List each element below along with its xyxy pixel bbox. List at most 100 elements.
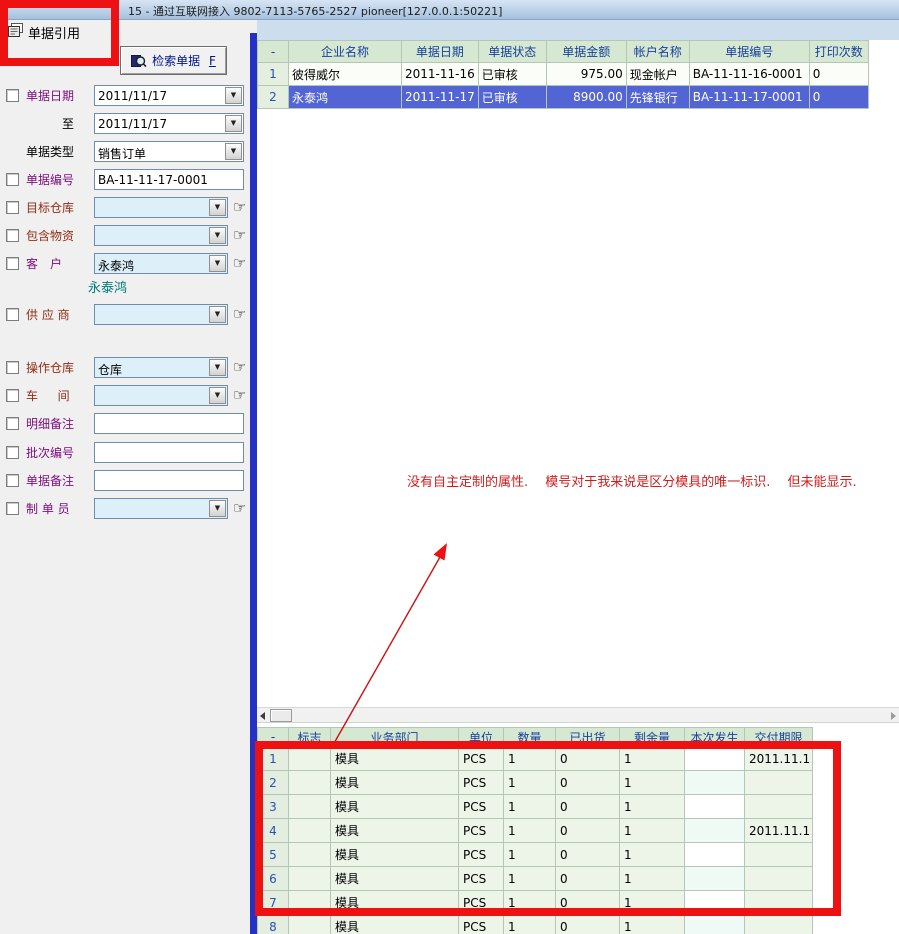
qty-cell[interactable]: 1 [504,915,556,934]
scroll-left-icon[interactable] [260,712,265,720]
row-index-cell[interactable]: 2 [258,86,289,109]
orders-header-cell: 单据状态 [478,41,546,63]
flag-cell[interactable] [289,915,331,934]
browse-hand-icon[interactable]: ☞ [233,358,246,376]
chevron-down-icon[interactable]: ▼ [209,359,226,376]
chevron-down-icon[interactable]: ▼ [225,87,242,104]
row-index-cell[interactable]: 1 [258,63,289,86]
doc-type-combo[interactable]: 销售订单 ▼ [94,141,244,162]
row-index-cell[interactable]: 8 [258,915,289,934]
filter-detail-note: 明细备注 [6,412,244,434]
print-count-cell[interactable]: 0 [809,86,868,109]
panel-top-strip [257,20,899,40]
clerk-label: 制 单 员 [26,500,94,517]
orders-header-cell: 帐户名称 [626,41,689,63]
doc-date-from-combo[interactable]: 2011/11/17 ▼ [94,85,244,106]
orders-table: - 企业名称 单据日期 单据状态 单据金额 帐户名称 单据编号 打印次数 1 彼… [257,40,869,109]
browse-hand-icon[interactable]: ☞ [233,226,246,244]
doc-no-checkbox[interactable] [6,173,19,186]
orders-row-selected[interactable]: 2 永泰鸿 2011-11-17 已审核 8900.00 先锋银行 BA-11-… [258,86,869,109]
batch-no-input[interactable] [94,442,244,463]
workshop-checkbox[interactable] [6,389,19,402]
print-count-cell[interactable]: 0 [809,63,868,86]
orders-header-cell: 打印次数 [809,41,868,63]
date-cell[interactable]: 2011-11-17 [402,86,479,109]
orders-row[interactable]: 1 彼得威尔 2011-11-16 已审核 975.00 现金帐户 BA-11-… [258,63,869,86]
chevron-down-icon[interactable]: ▼ [209,255,226,272]
doc-date-to-combo[interactable]: 2011/11/17 ▼ [94,113,244,134]
clerk-combo[interactable]: ▼ [94,498,228,519]
dept-cell[interactable]: 模具 [331,915,459,934]
current-issue-cell[interactable] [685,915,745,934]
supplier-label: 供 应 商 [26,306,94,323]
doc-no-input[interactable]: BA-11-11-17-0001 [94,169,244,190]
filter-customer: 客 户 永泰鸿 ▼ ☞ [6,252,246,274]
batch-no-checkbox[interactable] [6,446,19,459]
doc-date-checkbox[interactable] [6,89,19,102]
search-button-label: 检索单据 [152,52,204,69]
customer-value: 永泰鸿 [98,257,134,274]
browse-hand-icon[interactable]: ☞ [233,386,246,404]
scrollbar-thumb[interactable] [270,709,292,722]
chevron-down-icon[interactable]: ▼ [225,143,242,160]
doc-no-cell[interactable]: BA-11-11-16-0001 [689,63,809,86]
window-title: 15 - 通过互联网接入 9802-7113-5765-2527 pioneer… [128,3,502,19]
browse-hand-icon[interactable]: ☞ [233,254,246,272]
chevron-down-icon[interactable]: ▼ [209,387,226,404]
status-cell[interactable]: 已审核 [478,86,546,109]
remaining-cell[interactable]: 1 [620,915,685,934]
chevron-down-icon[interactable]: ▼ [209,500,226,517]
batch-no-label: 批次编号 [26,444,94,461]
chevron-down-icon[interactable]: ▼ [209,199,226,216]
doc-date-to-value: 2011/11/17 [98,117,167,131]
browse-hand-icon[interactable]: ☞ [233,499,246,517]
chevron-down-icon[interactable]: ▼ [225,115,242,132]
annotation-text: 没有自主定制的属性. 模号对于我来说是区分模具的唯一标识. 但未能显示. [407,471,857,490]
detail-row[interactable]: 8 模具 PCS 1 0 1 [258,915,813,934]
customer-combo[interactable]: 永泰鸿 ▼ [94,253,228,274]
doc-note-checkbox[interactable] [6,474,19,487]
due-date-cell[interactable] [745,915,813,934]
scroll-right-icon[interactable] [891,712,896,720]
magnifier-icon [131,54,147,68]
horizontal-scrollbar[interactable] [257,707,899,723]
app-window: 15 - 通过互联网接入 9802-7113-5765-2527 pioneer… [0,0,899,934]
doc-type-label: 单据类型 [26,143,94,160]
chevron-down-icon[interactable]: ▼ [209,227,226,244]
op-warehouse-combo[interactable]: 仓库 ▼ [94,357,228,378]
op-warehouse-checkbox[interactable] [6,361,19,374]
supplier-checkbox[interactable] [6,308,19,321]
filter-supplier: 供 应 商 ▼ ☞ [6,303,246,325]
filter-workshop: 车 间 ▼ ☞ [6,384,246,406]
doc-date-from-value: 2011/11/17 [98,89,167,103]
target-warehouse-combo[interactable]: ▼ [94,197,228,218]
material-combo[interactable]: ▼ [94,225,228,246]
company-cell[interactable]: 永泰鸿 [289,86,402,109]
supplier-combo[interactable]: ▼ [94,304,228,325]
detail-note-input[interactable] [94,413,244,434]
material-checkbox[interactable] [6,229,19,242]
account-cell[interactable]: 现金帐户 [626,63,689,86]
clerk-checkbox[interactable] [6,502,19,515]
doc-no-cell[interactable]: BA-11-11-17-0001 [689,86,809,109]
customer-checkbox[interactable] [6,257,19,270]
status-cell[interactable]: 已审核 [478,63,546,86]
company-cell[interactable]: 彼得威尔 [289,63,402,86]
target-warehouse-checkbox[interactable] [6,201,19,214]
browse-hand-icon[interactable]: ☞ [233,198,246,216]
unit-cell[interactable]: PCS [459,915,504,934]
shipped-cell[interactable]: 0 [556,915,620,934]
detail-note-checkbox[interactable] [6,417,19,430]
doc-note-input[interactable] [94,470,244,491]
amount-cell[interactable]: 975.00 [546,63,626,86]
account-cell[interactable]: 先锋银行 [626,86,689,109]
filter-material: 包含物资 ▼ ☞ [6,224,246,246]
filter-target-warehouse: 目标仓库 ▼ ☞ [6,196,246,218]
workshop-combo[interactable]: ▼ [94,385,228,406]
amount-cell[interactable]: 8900.00 [546,86,626,109]
window-title-bar[interactable]: 15 - 通过互联网接入 9802-7113-5765-2527 pioneer… [0,0,899,20]
chevron-down-icon[interactable]: ▼ [209,306,226,323]
date-cell[interactable]: 2011-11-16 [402,63,479,86]
browse-hand-icon[interactable]: ☞ [233,305,246,323]
search-documents-button[interactable]: 检索单据 F [120,46,227,75]
